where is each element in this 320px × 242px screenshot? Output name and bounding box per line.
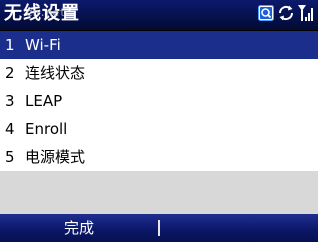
right-softkey[interactable] [160,214,318,242]
connectivity-icon[interactable] [277,4,295,26]
notification-icon[interactable] [258,5,274,25]
menu-item-number: 3 [5,92,15,110]
menu-item-power-mode[interactable]: 5 电源模式 [0,143,318,171]
status-icons [258,5,314,25]
menu-item-wifi[interactable]: 1 Wi-Fi [0,31,318,59]
menu-item-number: 5 [5,148,15,166]
done-softkey[interactable]: 完成 [0,214,158,242]
menu-item-connection-status[interactable]: 2 连线状态 [0,59,318,87]
title-bar: 无线设置 cn.net [0,0,318,31]
watermark: cn.net [26,6,66,19]
menu-item-label: Wi-Fi [25,36,61,54]
menu-item-leap[interactable]: 3 LEAP [0,87,318,115]
softkey-bar: 完成 [0,214,318,242]
menu-item-label: LEAP [25,92,63,110]
empty-list-area [0,171,318,214]
menu-item-label: Enroll [25,120,68,138]
signal-strength-icon[interactable] [298,4,314,26]
menu-item-label: 连线状态 [25,64,86,82]
menu-item-number: 4 [5,120,15,138]
menu-item-number: 1 [5,36,15,54]
menu-item-enroll[interactable]: 4 Enroll [0,115,318,143]
settings-menu: 1 Wi-Fi 2 连线状态 3 LEAP 4 Enroll 5 电源模式 [0,31,318,171]
menu-item-label: 电源模式 [25,148,86,166]
menu-item-number: 2 [5,64,15,82]
